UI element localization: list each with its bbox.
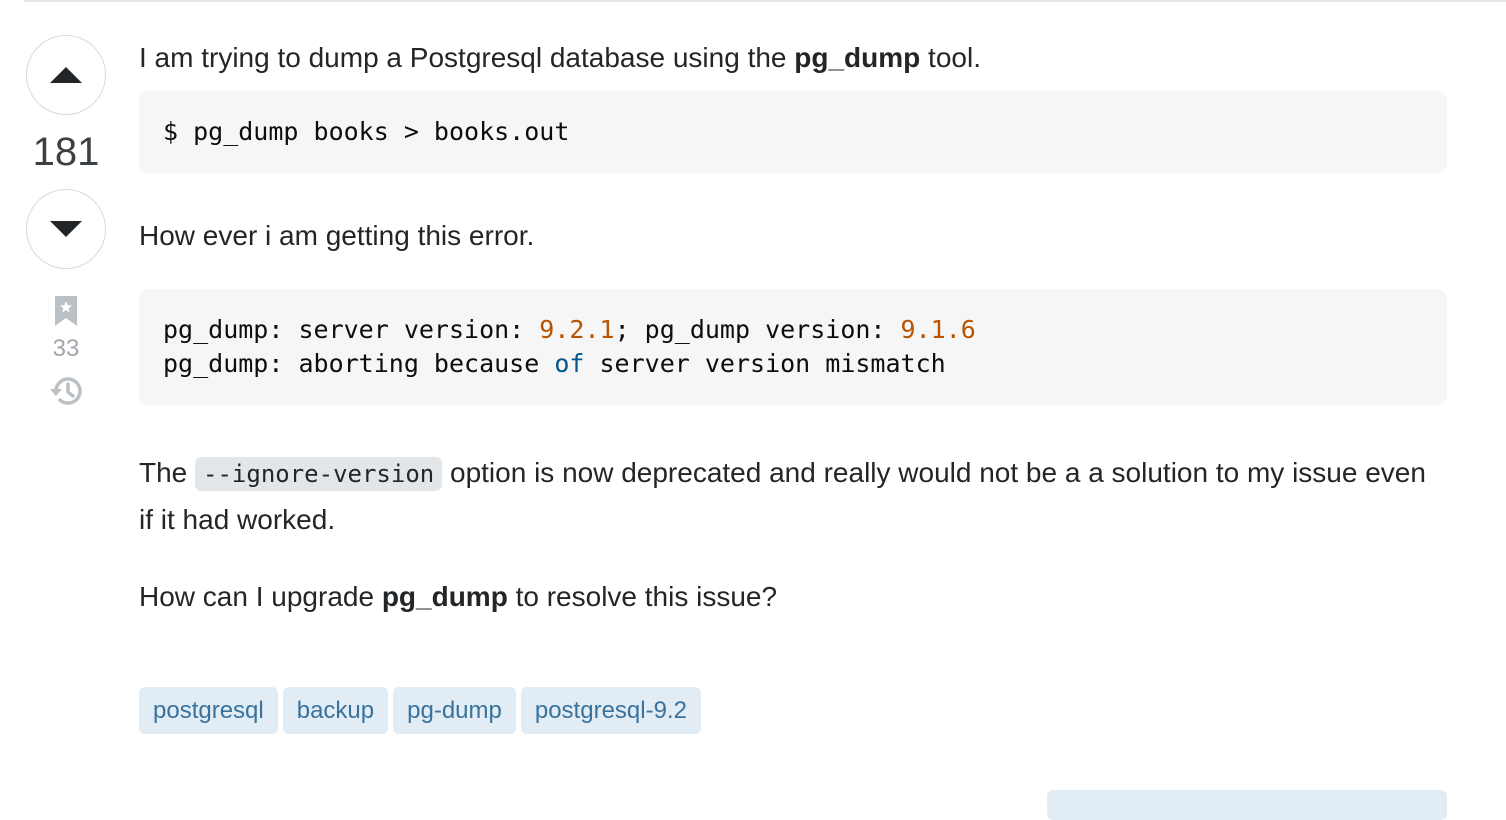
code-block-error: pg_dump: server version: 9.2.1; pg_dump … [139, 289, 1447, 405]
caret-down-icon [50, 221, 82, 237]
tag-backup[interactable]: backup [282, 687, 389, 734]
bookmark-button[interactable] [24, 291, 108, 331]
bookmark-icon [55, 296, 77, 326]
timeline-button[interactable] [24, 371, 108, 411]
paragraph-ignore-version: The --ignore-version option is now depre… [139, 457, 1426, 535]
tag-list: postgresql backup pg-dump postgresql-9.2 [139, 687, 701, 734]
history-icon [50, 377, 82, 405]
bookmark-count: 33 [52, 335, 80, 362]
inline-code: --ignore-version [195, 457, 443, 491]
upvote-button[interactable] [26, 35, 106, 115]
question-body: I am trying to dump a Postgresql databas… [139, 35, 1447, 619]
paragraph-question: How can I upgrade pg_dump to resolve thi… [139, 581, 778, 612]
vote-column: 181 33 [24, 35, 108, 411]
tag-postgresql[interactable]: postgresql [139, 687, 278, 734]
code-block-command: $ pg_dump books > books.out [139, 91, 1447, 173]
paragraph-intro: I am trying to dump a Postgresql databas… [139, 42, 981, 73]
vote-count: 181 [32, 130, 100, 174]
paragraph-error: How ever i am getting this error. [139, 220, 535, 251]
tag-pg-dump[interactable]: pg-dump [393, 687, 516, 734]
top-divider [24, 0, 1506, 2]
caret-up-icon [50, 67, 82, 83]
tag-postgresql-9-2[interactable]: postgresql-9.2 [520, 687, 701, 734]
downvote-button[interactable] [26, 189, 106, 269]
user-card-partial [1047, 790, 1447, 820]
